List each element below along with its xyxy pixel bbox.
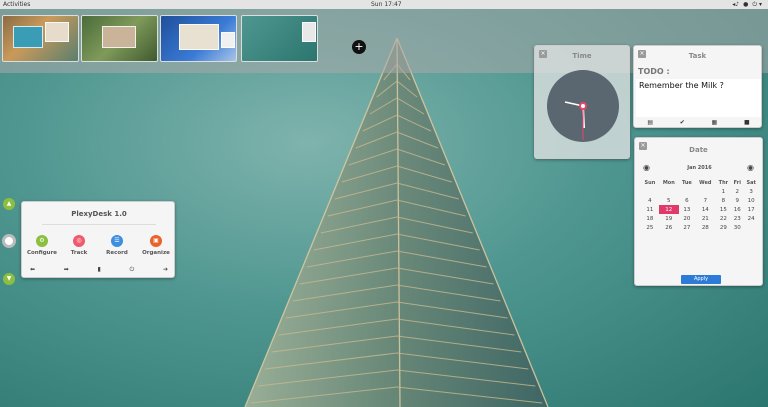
calendar-day — [695, 187, 715, 196]
calendar-day[interactable]: 29 — [716, 223, 732, 232]
launcher-app-configure[interactable]: ⚙ Configure — [24, 235, 60, 256]
task-widget-title: Task — [688, 52, 707, 60]
weekday-header: Sun — [644, 179, 656, 186]
organize-icon: ▣ — [150, 235, 162, 247]
calendar-day[interactable]: 8 — [716, 196, 732, 205]
calendar-day[interactable]: 19 — [659, 214, 679, 223]
calendar-day[interactable]: 3 — [743, 187, 759, 196]
calendar-day[interactable]: 5 — [659, 196, 679, 205]
calendar-day[interactable]: 17 — [743, 205, 759, 214]
calendar-day[interactable]: 22 — [716, 214, 732, 223]
apply-button[interactable]: Apply — [681, 275, 721, 284]
task-toolbar: ▤ ✔ ▦ ■ — [634, 119, 763, 126]
notes-icon[interactable]: ▤ — [647, 119, 653, 126]
calendar-day[interactable]: 15 — [716, 205, 732, 214]
next-month-icon[interactable]: ◉ — [747, 163, 754, 172]
calendar-icon[interactable]: ▦ — [712, 119, 718, 126]
calendar-day[interactable]: 21 — [695, 214, 715, 223]
power-icon[interactable]: ⏻ — [129, 266, 134, 274]
record-icon: ☰ — [111, 235, 123, 247]
check-icon[interactable]: ✔ — [680, 119, 685, 126]
close-icon[interactable]: × — [539, 50, 547, 58]
calendar-day[interactable]: 2 — [731, 187, 743, 196]
calendar-day[interactable]: 30 — [731, 223, 743, 232]
launcher-app-track[interactable]: ◎ Track — [61, 235, 97, 256]
analog-clock — [547, 70, 619, 142]
todo-label: TODO : — [638, 67, 670, 76]
calendar-day[interactable]: 27 — [679, 223, 695, 232]
launcher-app-organize[interactable]: ▣ Organize — [138, 235, 174, 256]
time-widget[interactable]: × Time — [534, 45, 630, 159]
calendar-grid: Sun Mon Tue Wed Thr Fri Sat 1 2 3 4 5 6 7 8 9 10 11 12 13 1… — [641, 178, 759, 232]
calendar-day[interactable]: 6 — [679, 196, 695, 205]
weekday-header: Tue — [682, 179, 692, 186]
network-icon[interactable]: ● — [743, 0, 748, 9]
launcher-app-label: Organize — [142, 250, 170, 256]
workspace-thumbnail-1[interactable] — [2, 15, 79, 62]
next-icon[interactable]: ➔ — [163, 266, 168, 274]
calendar-day[interactable]: 16 — [731, 205, 743, 214]
calendar-day[interactable]: 1 — [716, 187, 732, 196]
launcher-toolbar: ⬅ ➡ ▮ ⏻ ➔ — [30, 266, 168, 274]
calendar-day[interactable]: 28 — [695, 223, 715, 232]
track-icon: ◎ — [73, 235, 85, 247]
system-tray[interactable]: ◂♪ ● ⏻ ▾ — [732, 0, 762, 9]
volume-icon[interactable]: ◂♪ — [732, 0, 739, 9]
calendar-day[interactable]: 11 — [641, 205, 659, 214]
trash-icon[interactable]: ▮ — [97, 266, 100, 274]
calendar-day[interactable]: 7 — [695, 196, 715, 205]
weekday-header: Thr — [718, 179, 729, 186]
task-widget[interactable]: × Task TODO : Remember the Milk ? ▤ ✔ ▦ … — [633, 45, 762, 128]
calendar-day[interactable]: 26 — [659, 223, 679, 232]
close-icon[interactable]: × — [638, 50, 646, 58]
calendar-day[interactable]: 9 — [731, 196, 743, 205]
launcher-title: PlexyDesk 1.0 — [71, 210, 127, 218]
workspace-thumbnail-4[interactable] — [241, 15, 318, 62]
home-button[interactable] — [2, 234, 16, 248]
todo-text-field[interactable]: Remember the Milk ? — [636, 79, 761, 117]
power-icon[interactable]: ⏻ ▾ — [752, 0, 762, 9]
date-widget-title: Date — [689, 146, 708, 154]
plexydesk-launcher[interactable]: PlexyDesk 1.0 ⚙ Configure ◎ Track ☰ Record ▣ Or… — [21, 201, 175, 278]
workspace-thumbnail-3[interactable] — [160, 15, 237, 62]
scroll-down-button[interactable]: ▼ — [3, 273, 15, 285]
month-label: Jan 2016 — [687, 165, 712, 171]
calendar-day[interactable]: 4 — [641, 196, 659, 205]
clock[interactable]: Sun 17:47 — [371, 0, 402, 9]
launcher-app-record[interactable]: ☰ Record — [99, 235, 135, 256]
configure-icon: ⚙ — [36, 235, 48, 247]
launcher-app-label: Configure — [26, 250, 58, 256]
scroll-up-button[interactable]: ▲ — [3, 198, 15, 210]
calendar-day[interactable]: 12 — [658, 205, 679, 214]
calendar-day[interactable]: 10 — [743, 196, 759, 205]
add-workspace-button[interactable]: + — [352, 40, 366, 54]
calendar-day[interactable]: 13 — [679, 205, 695, 214]
calendar-day[interactable]: 20 — [679, 214, 695, 223]
calendar-day — [743, 223, 759, 232]
weekday-header: Mon — [662, 179, 675, 186]
calendar-day — [659, 187, 679, 196]
delete-icon[interactable]: ■ — [744, 119, 750, 126]
activities-button[interactable]: Activities — [3, 0, 30, 9]
workspace-thumbnail-2[interactable] — [81, 15, 158, 62]
divider — [42, 224, 156, 225]
calendar-day[interactable]: 14 — [695, 205, 715, 214]
calendar-day — [641, 187, 659, 196]
calendar-day[interactable]: 23 — [731, 214, 743, 223]
calendar-day[interactable]: 25 — [641, 223, 659, 232]
top-bar: Activities Sun 17:47 ◂♪ ● ⏻ ▾ — [0, 0, 768, 9]
back-icon[interactable]: ⬅ — [30, 266, 35, 274]
time-widget-title: Time — [572, 52, 592, 60]
forward-icon[interactable]: ➡ — [64, 266, 69, 274]
launcher-app-label: Record — [106, 250, 128, 256]
calendar-day[interactable]: 24 — [743, 214, 759, 223]
date-widget[interactable]: × Date ◉ Jan 2016 ◉ Sun Mon Tue Wed Thr Fri Sa… — [634, 137, 763, 286]
weekday-header: Wed — [699, 179, 712, 186]
launcher-app-label: Track — [70, 250, 88, 256]
calendar-day[interactable]: 18 — [641, 214, 659, 223]
close-icon[interactable]: × — [639, 142, 647, 150]
weekday-header: Fri — [733, 179, 741, 186]
weekday-header: Sat — [746, 179, 756, 186]
calendar-day — [679, 187, 695, 196]
